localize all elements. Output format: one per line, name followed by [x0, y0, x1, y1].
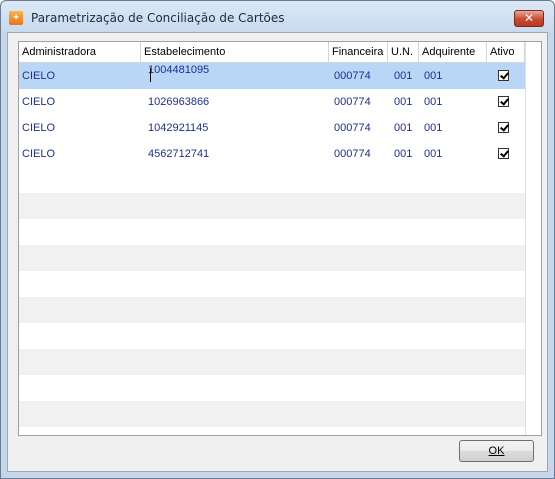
text-caret: [150, 68, 151, 82]
cell-financeira[interactable]: 000774: [331, 63, 371, 89]
title-bar[interactable]: ✦ Parametrização de Conciliação de Cartõ…: [1, 1, 554, 31]
empty-row: [19, 219, 525, 245]
cell-estabelecimento[interactable]: 4562712741: [145, 141, 209, 167]
cell-estabelecimento-editing[interactable]: 1004481095: [145, 57, 209, 83]
cell-un[interactable]: 001: [391, 89, 412, 115]
column-header-un[interactable]: U.N.: [388, 42, 419, 62]
empty-row: [19, 271, 525, 297]
ok-button[interactable]: OK: [459, 440, 534, 462]
ativo-checkbox[interactable]: [498, 70, 509, 81]
column-header-financeira[interactable]: Financeira: [329, 42, 388, 62]
ativo-checkbox[interactable]: [498, 148, 509, 159]
table-row[interactable]: CIELO 1004481095 000774 001 001: [19, 63, 525, 89]
close-button[interactable]: ✕: [514, 10, 544, 27]
vertical-scrollbar[interactable]: [525, 42, 541, 435]
cell-un[interactable]: 001: [391, 63, 412, 89]
cell-financeira[interactable]: 000774: [331, 115, 371, 141]
cell-un[interactable]: 001: [391, 115, 412, 141]
table-row[interactable]: CIELO 1042921145 000774 001 001: [19, 115, 525, 141]
cell-administradora[interactable]: CIELO: [19, 115, 55, 141]
column-header-administradora[interactable]: Administradora: [19, 42, 141, 62]
ativo-checkbox[interactable]: [498, 96, 509, 107]
empty-row: [19, 193, 525, 219]
cell-financeira[interactable]: 000774: [331, 141, 371, 167]
close-icon: ✕: [523, 11, 535, 25]
empty-row: [19, 245, 525, 271]
cell-financeira[interactable]: 000774: [331, 89, 371, 115]
cell-adquirente[interactable]: 001: [421, 63, 442, 89]
ok-button-label: OK: [488, 445, 505, 457]
empty-row: [19, 349, 525, 375]
dialog-window: ✦ Parametrização de Conciliação de Cartõ…: [0, 0, 555, 479]
empty-row: [19, 323, 525, 349]
dialog-client-area: Administradora Estabelecimento Financeir…: [7, 32, 548, 472]
cell-administradora[interactable]: CIELO: [19, 141, 55, 167]
cell-un[interactable]: 001: [391, 141, 412, 167]
cell-adquirente[interactable]: 001: [421, 141, 442, 167]
cell-adquirente[interactable]: 001: [421, 115, 442, 141]
cell-administradora[interactable]: CIELO: [19, 89, 55, 115]
empty-row: [19, 167, 525, 193]
column-header-ativo[interactable]: Ativo: [487, 42, 525, 62]
table-row[interactable]: CIELO 4562712741 000774 001 001: [19, 141, 525, 167]
cell-estabelecimento[interactable]: 1042921145: [145, 115, 208, 141]
cell-estabelecimento[interactable]: 1026963866: [145, 89, 209, 115]
empty-row: [19, 375, 525, 401]
table-row[interactable]: CIELO 1026963866 000774 001 001: [19, 89, 525, 115]
ativo-checkbox[interactable]: [498, 122, 509, 133]
window-title: Parametrização de Conciliação de Cartões: [31, 11, 285, 25]
grid-header: Administradora Estabelecimento Financeir…: [19, 42, 525, 63]
app-icon: ✦: [9, 11, 23, 25]
card-parameters-grid[interactable]: Administradora Estabelecimento Financeir…: [18, 41, 542, 436]
empty-row: [19, 297, 525, 323]
column-header-adquirente[interactable]: Adquirente: [419, 42, 487, 62]
empty-row: [19, 401, 525, 427]
cell-administradora[interactable]: CIELO: [19, 63, 55, 89]
cell-adquirente[interactable]: 001: [421, 89, 442, 115]
